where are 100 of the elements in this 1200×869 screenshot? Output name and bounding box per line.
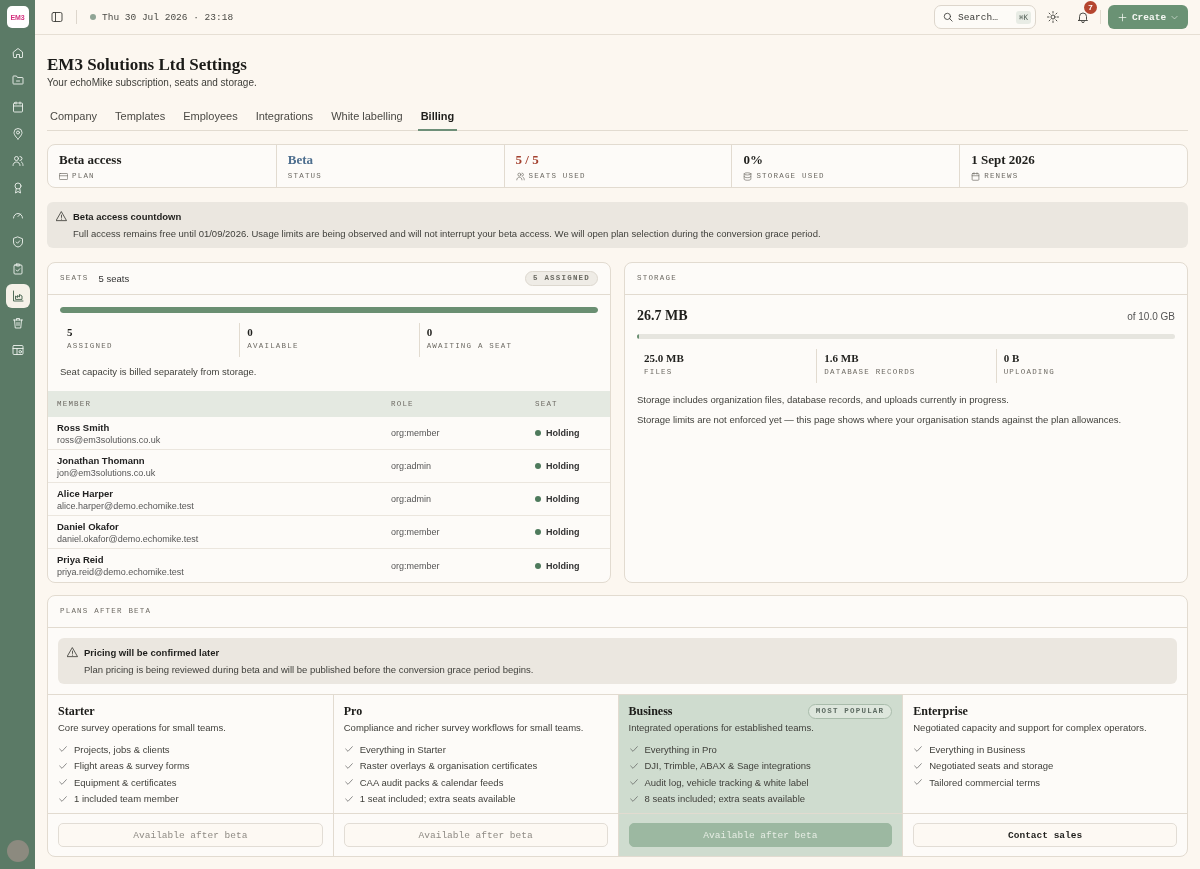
chart-icon [11, 290, 24, 302]
member-name: Priya Reid [57, 553, 104, 566]
seat-status: Holding [546, 427, 580, 439]
member-email: daniel.okafor@demo.echomike.test [57, 532, 199, 545]
plan-name: Enterprise [913, 703, 968, 719]
member-email: alice.harper@demo.echomike.test [57, 499, 194, 512]
calendar-icon [11, 101, 24, 113]
status-dot-icon [535, 529, 541, 535]
figure-value: 1.6 MB [824, 352, 859, 365]
plan-description: Compliance and richer survey workflows for small teams. [343, 721, 585, 734]
storage-total: of 10.0 GB [1127, 311, 1175, 322]
plan-feature: 1 included team member [74, 792, 179, 806]
date-time: Thu 30 Jul 2026 · 23:18 [102, 11, 234, 23]
member-email: priya.reid@demo.echomike.test [57, 566, 184, 578]
seats-note: Seat capacity is billed separately from storage. [60, 365, 258, 378]
card-icon [59, 172, 68, 181]
stat-value: 0% [743, 151, 763, 168]
plan-description: Negotiated capacity and support for complex operators. [913, 721, 1148, 734]
member-role: org:admin [391, 493, 432, 505]
member-role: org:member [391, 559, 440, 572]
home-icon [11, 47, 24, 59]
warning-icon [56, 211, 67, 222]
plan-name: Business [628, 703, 673, 719]
figure-value: 0 B [1003, 352, 1020, 365]
plan-feature: Everything in Pro [644, 742, 717, 756]
seat-status: Holding [546, 559, 580, 572]
storage-note: Storage limits are not enforced yet — this page shows where your organisation stands against the plan allowances. [637, 413, 1123, 426]
page-subtitle: Your echoMike subscription, seats and storage. [47, 76, 258, 89]
plan-name: Starter [58, 703, 95, 719]
figure-value: 5 [67, 326, 73, 339]
plan-feature: Equipment & certificates [74, 775, 177, 789]
tab[interactable]: Templates [112, 103, 169, 131]
plan-feature: Tailored commercial terms [929, 775, 1041, 789]
plus-icon [1117, 12, 1127, 22]
stat-value: Beta [287, 151, 314, 168]
plan-feature: Raster overlays & organisation certificates [359, 759, 538, 773]
database-icon [743, 172, 753, 181]
notification-badge: 7 [1084, 1, 1097, 14]
stat-value: 1 Sept 2026 [971, 151, 1035, 168]
plan-feature: Everything in Business [929, 742, 1026, 756]
figure-value: 0 [247, 326, 253, 339]
users-icon [515, 172, 525, 181]
clipboard-check-icon [11, 263, 24, 275]
plan-feature: 8 seats included; extra seats available [644, 792, 806, 806]
member-name: Alice Harper [57, 486, 113, 500]
plan-feature: Projects, jobs & clients [74, 742, 170, 756]
seat-status: Holding [546, 460, 580, 472]
member-role: org:admin [391, 460, 432, 472]
stat-value: 5 / 5 [515, 151, 539, 168]
seat-status: Holding [546, 526, 580, 538]
search-icon [943, 12, 953, 22]
tab[interactable]: White labelling [328, 103, 406, 131]
plan-feature: 1 seat included; extra seats available [359, 792, 516, 806]
users-icon [11, 155, 24, 167]
member-name: Jonathan Thomann [57, 453, 145, 467]
tab[interactable]: Employees [180, 103, 241, 131]
notice-title: Beta access countdown [73, 210, 183, 223]
panel-icon [51, 11, 63, 23]
status-dot-icon [90, 14, 96, 20]
plan-description: Core survey operations for small teams. [58, 721, 227, 734]
notice-text: Plan pricing is being reviewed during beta and will be published before the conversion grace period begins. [84, 663, 534, 676]
tab[interactable]: Company [47, 103, 101, 131]
table-icon [11, 344, 24, 356]
plan-description: Integrated operations for established teams. [628, 721, 815, 734]
chevron-down-icon [1171, 13, 1179, 21]
member-role: org:member [391, 427, 440, 439]
trash-icon [11, 317, 24, 329]
status-dot-icon [535, 496, 541, 502]
plan-feature: Flight areas & survey forms [74, 759, 190, 773]
plan-name: Pro [343, 703, 363, 719]
plan-feature: CAA audit packs & calendar feeds [359, 775, 504, 789]
calendar-icon [971, 172, 981, 181]
plan-feature: Negotiated seats and storage [929, 759, 1054, 773]
storage-used: 26.7 MB [637, 307, 688, 325]
plan-feature: Audit log, vehicle tracking & white label [644, 775, 809, 789]
plan-feature: Everything in Starter [359, 742, 446, 756]
member-email: jon@em3solutions.co.uk [57, 466, 156, 479]
status-dot-icon [535, 430, 541, 436]
member-name: Ross Smith [57, 420, 110, 434]
plan-feature: DJI, Trimble, ABAX & Sage integrations [644, 759, 811, 773]
tab[interactable]: Integrations [252, 103, 317, 131]
bell-icon [1077, 11, 1089, 23]
figure-value: 0 [426, 326, 433, 339]
award-icon [11, 182, 24, 194]
member-name: Daniel Okafor [57, 519, 119, 533]
map-pin-icon [11, 128, 24, 140]
seat-status: Holding [546, 493, 580, 505]
stat-value: Beta access [59, 151, 122, 168]
storage-note: Storage includes organization files, database records, and uploads currently in progress. [637, 393, 1010, 406]
warning-icon [67, 647, 78, 658]
sun-icon [1047, 11, 1059, 23]
seat-count: 5 seats [98, 273, 130, 284]
figure-value: 25.0 MB [644, 352, 684, 365]
shield-check-icon [11, 236, 24, 248]
plan-button[interactable]: Contact sales [913, 823, 1177, 847]
folder-icon [11, 74, 24, 86]
status-dot-icon [535, 562, 541, 569]
page-title: EM3 Solutions Ltd Settings [47, 54, 248, 76]
sidebar-item[interactable] [5, 284, 30, 308]
tab[interactable]: Billing [417, 103, 458, 131]
